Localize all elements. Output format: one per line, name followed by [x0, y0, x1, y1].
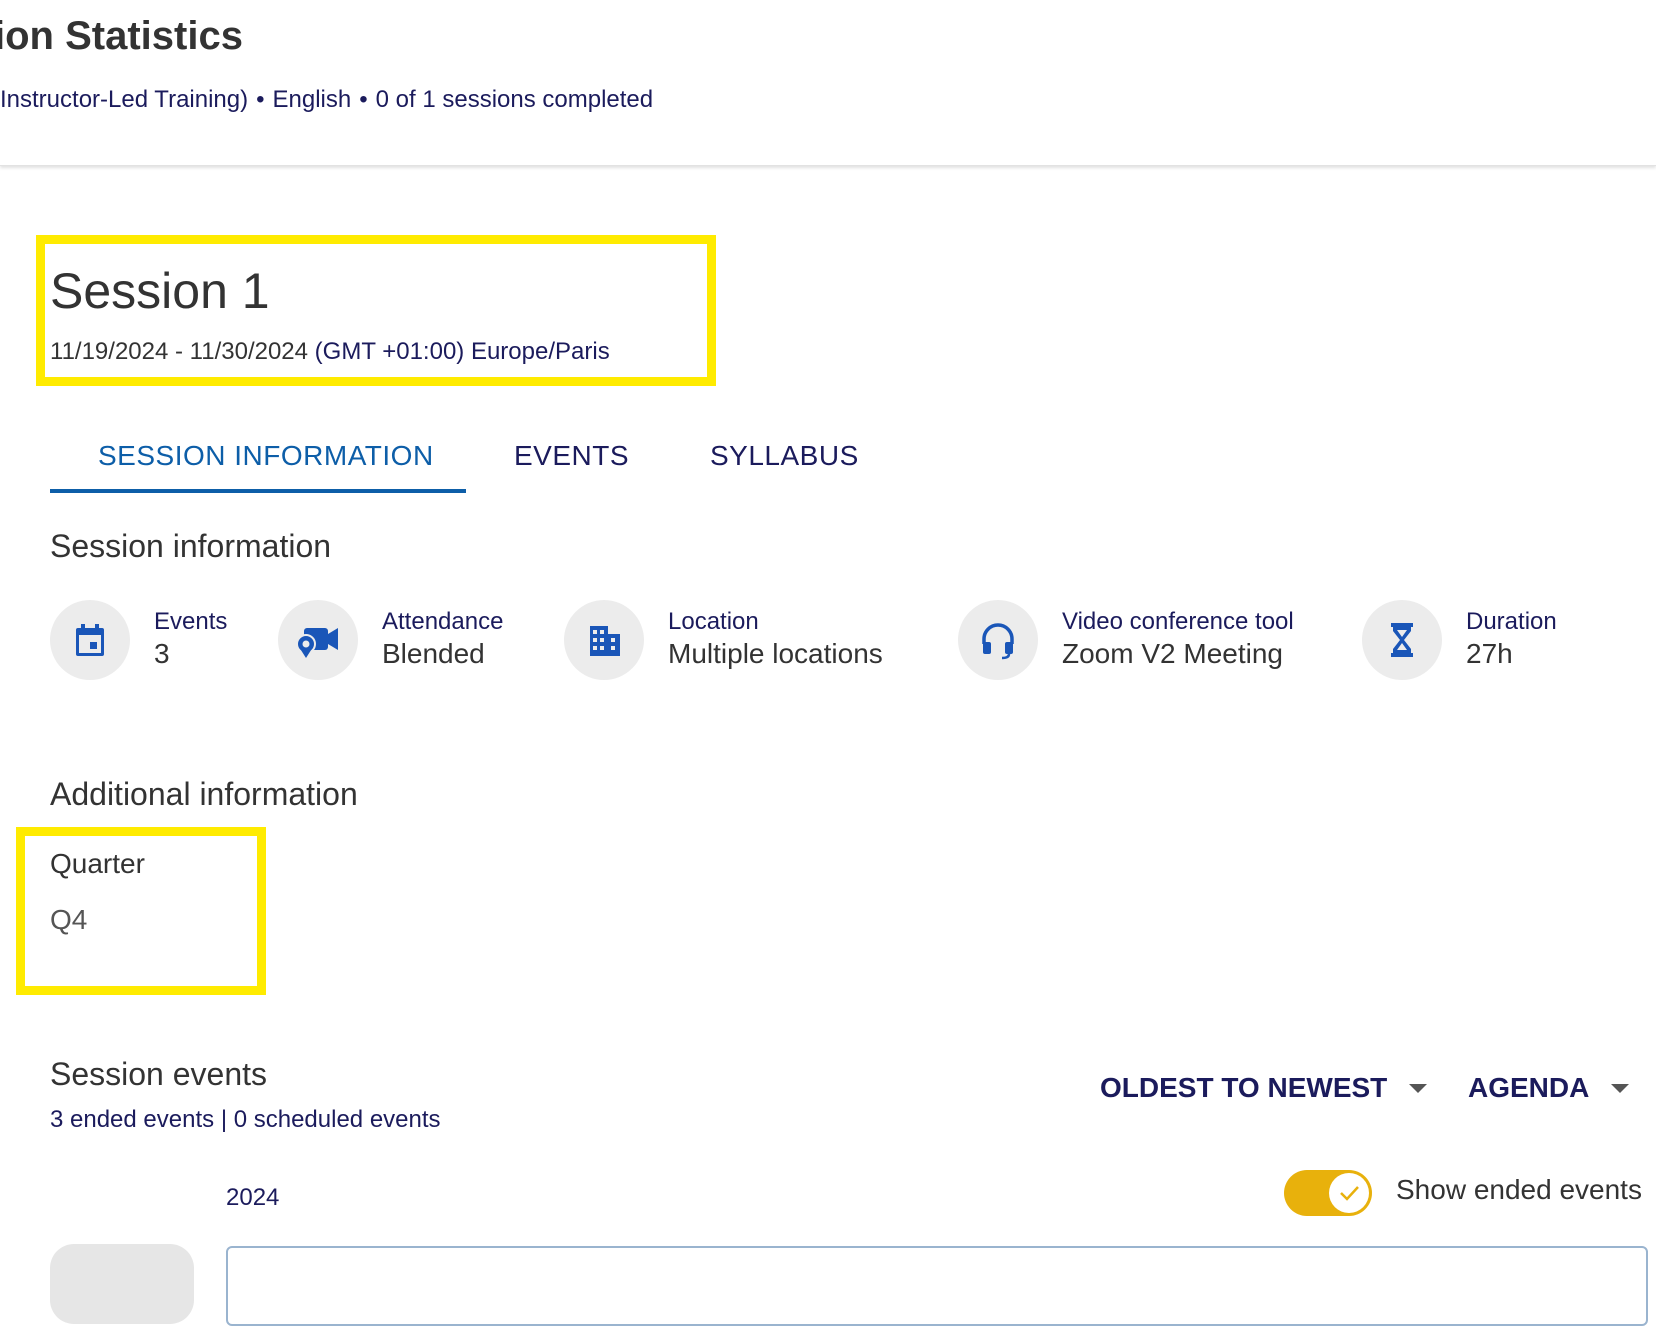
quarter-label: Quarter	[50, 848, 145, 879]
page-title: ion Statistics	[0, 14, 243, 58]
duration-value: 27h	[1466, 638, 1513, 669]
subtitle-separator: •	[256, 86, 265, 113]
hourglass-icon	[1362, 600, 1442, 680]
page-header: ion Statistics Instructor-Led Training) •…	[0, 0, 1656, 166]
chevron-down-icon	[1611, 1083, 1630, 1093]
video-conference-label: Video conference tool	[1062, 608, 1294, 635]
show-ended-events-label: Show ended events	[1396, 1174, 1642, 1205]
events-value: 3	[154, 638, 170, 669]
building-icon	[564, 600, 644, 680]
show-ended-events-toggle[interactable]	[1284, 1170, 1372, 1216]
scheduled-events-count: 0 scheduled events	[233, 1106, 441, 1133]
course-type: Instructor-Led Training)	[0, 86, 249, 113]
headset-icon	[958, 600, 1038, 680]
view-mode-dropdown[interactable]: AGENDA	[1468, 1072, 1630, 1104]
tab-syllabus[interactable]: SYLLABUS	[710, 440, 859, 472]
session-events-heading: Session events	[50, 1056, 268, 1092]
location-label: Location	[668, 608, 759, 635]
calendar-icon	[50, 600, 130, 680]
sort-order-dropdown[interactable]: OLDEST TO NEWEST	[1100, 1072, 1428, 1104]
tab-events[interactable]: EVENTS	[514, 440, 629, 472]
active-tab-indicator	[50, 489, 466, 493]
session-dates: 11/19/2024 - 11/30/2024 (GMT +01:00) Eur…	[50, 338, 610, 366]
course-subtitle: Instructor-Led Training) • English • 0 of 1 …	[0, 86, 653, 114]
course-language: English	[272, 86, 352, 113]
chevron-down-icon	[1409, 1083, 1428, 1093]
session-timezone: (GMT +01:00) Europe/Paris	[314, 338, 610, 365]
duration-label: Duration	[1466, 608, 1557, 635]
session-title: Session 1	[50, 263, 270, 319]
subtitle-separator: •	[359, 86, 368, 113]
additional-information-heading: Additional information	[50, 776, 358, 812]
location-value: Multiple locations	[668, 638, 883, 669]
attendance-value: Blended	[382, 638, 485, 669]
toggle-knob	[1329, 1173, 1369, 1213]
view-mode-label: AGENDA	[1468, 1072, 1590, 1103]
video-conference-value: Zoom V2 Meeting	[1062, 638, 1283, 669]
events-label: Events	[154, 608, 228, 635]
session-information-heading: Session information	[50, 528, 332, 564]
check-icon	[1340, 1186, 1359, 1201]
event-card[interactable]	[226, 1246, 1648, 1326]
video-location-icon	[278, 600, 358, 680]
ended-events-count: 3 ended events	[50, 1106, 215, 1133]
sessions-completed: 0 of 1 sessions completed	[375, 86, 654, 113]
tab-session-information[interactable]: SESSION INFORMATION	[98, 440, 434, 472]
quarter-value: Q4	[50, 904, 88, 935]
events-summary: 3 ended events | 0 scheduled events	[50, 1106, 441, 1134]
session-date-range: 11/19/2024 - 11/30/2024	[50, 338, 308, 365]
events-summary-divider: |	[220, 1106, 228, 1133]
sort-order-label: OLDEST TO NEWEST	[1100, 1072, 1388, 1103]
attendance-label: Attendance	[382, 608, 504, 635]
event-date-chip	[50, 1244, 194, 1324]
session-tabs: SESSION INFORMATION EVENTS SYLLABUS	[50, 430, 950, 496]
events-year: 2024	[226, 1184, 280, 1211]
